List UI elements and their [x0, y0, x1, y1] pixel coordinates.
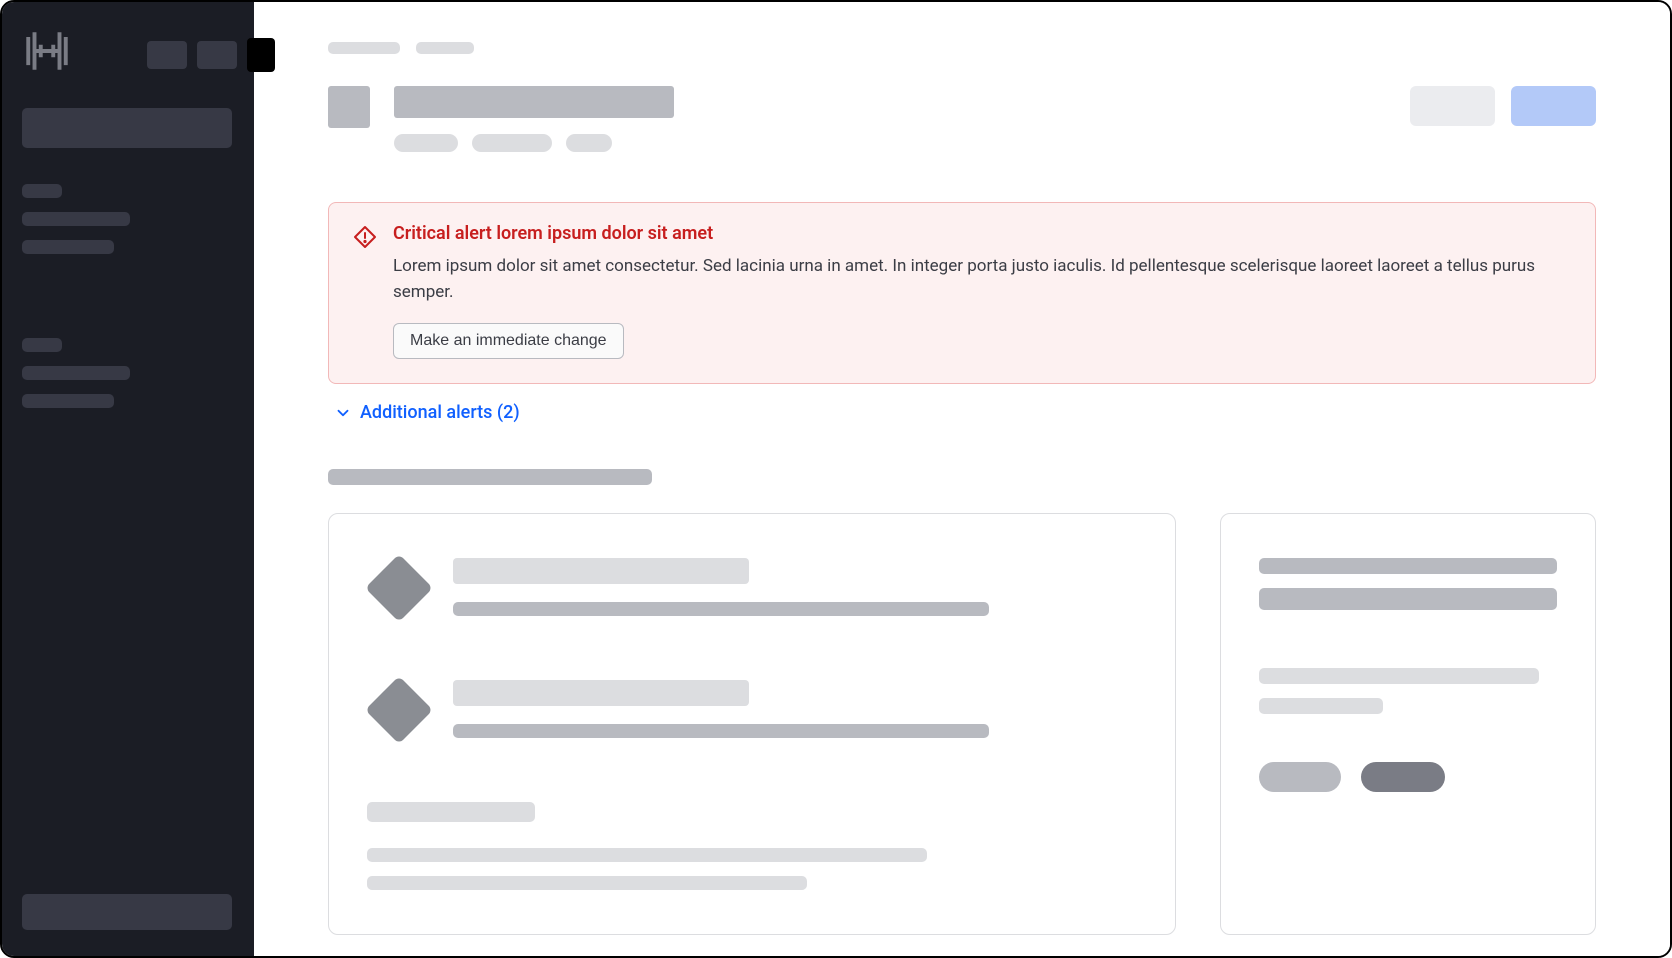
feature-row-2 [367, 680, 1137, 738]
meta-pill-2 [472, 134, 552, 152]
page-meta [394, 134, 674, 152]
side-pill-row [1259, 762, 1557, 792]
side-card [1220, 513, 1596, 935]
alert-action-button[interactable]: Make an immediate change [393, 323, 624, 359]
alert-diamond-icon [353, 225, 377, 249]
sidebar-item-2[interactable] [22, 240, 114, 254]
sidebar-group2-header [22, 338, 62, 352]
additional-alerts-toggle[interactable]: Additional alerts (2) [328, 402, 1596, 423]
side-line-1 [1259, 558, 1557, 574]
sidebar-context-selector[interactable] [22, 108, 232, 148]
cards-row [328, 513, 1596, 935]
section-heading [328, 469, 652, 485]
sidebar-group1-header [22, 184, 62, 198]
side-line-4 [1259, 698, 1383, 714]
breadcrumb-item-2[interactable] [416, 42, 474, 54]
subsection-heading [367, 802, 535, 822]
sidebar-tab-active[interactable] [247, 38, 275, 72]
critical-alert: Critical alert lorem ipsum dolor sit ame… [328, 202, 1596, 384]
feature-title-1 [453, 558, 749, 584]
alert-title: Critical alert lorem ipsum dolor sit ame… [393, 223, 1571, 244]
sidebar [2, 2, 254, 956]
alert-description: Lorem ipsum dolor sit amet consectetur. … [393, 254, 1571, 305]
feature-desc-2 [453, 724, 989, 738]
meta-pill-3 [566, 134, 612, 152]
hashicorp-logo [22, 26, 72, 76]
feature-icon-1 [365, 554, 433, 622]
breadcrumb [328, 42, 1596, 54]
feature-icon-2 [365, 676, 433, 744]
sidebar-item-3[interactable] [22, 366, 130, 380]
subsection-line-2 [367, 876, 807, 890]
main-card [328, 513, 1176, 935]
secondary-action-button[interactable] [1410, 86, 1495, 126]
page-title [394, 86, 674, 118]
page-icon [328, 86, 370, 128]
side-line-2 [1259, 588, 1557, 610]
breadcrumb-item-1[interactable] [328, 42, 400, 54]
sidebar-item-4[interactable] [22, 394, 114, 408]
side-pill-2[interactable] [1361, 762, 1445, 792]
additional-alerts-label: Additional alerts (2) [360, 402, 520, 423]
meta-pill-1 [394, 134, 458, 152]
side-line-3 [1259, 668, 1539, 684]
feature-title-2 [453, 680, 749, 706]
sidebar-footer-item[interactable] [22, 894, 232, 930]
main-content: Critical alert lorem ipsum dolor sit ame… [254, 2, 1670, 956]
sidebar-item-1[interactable] [22, 212, 130, 226]
sidebar-tab-1[interactable] [147, 41, 187, 69]
feature-desc-1 [453, 602, 989, 616]
page-header [328, 86, 1596, 152]
sidebar-tab-2[interactable] [197, 41, 237, 69]
sidebar-top-tabs [147, 38, 275, 72]
header-actions [1410, 86, 1596, 126]
primary-action-button[interactable] [1511, 86, 1596, 126]
chevron-down-icon [334, 404, 352, 422]
subsection-line-1 [367, 848, 927, 862]
feature-row-1 [367, 558, 1137, 616]
side-pill-1[interactable] [1259, 762, 1341, 792]
